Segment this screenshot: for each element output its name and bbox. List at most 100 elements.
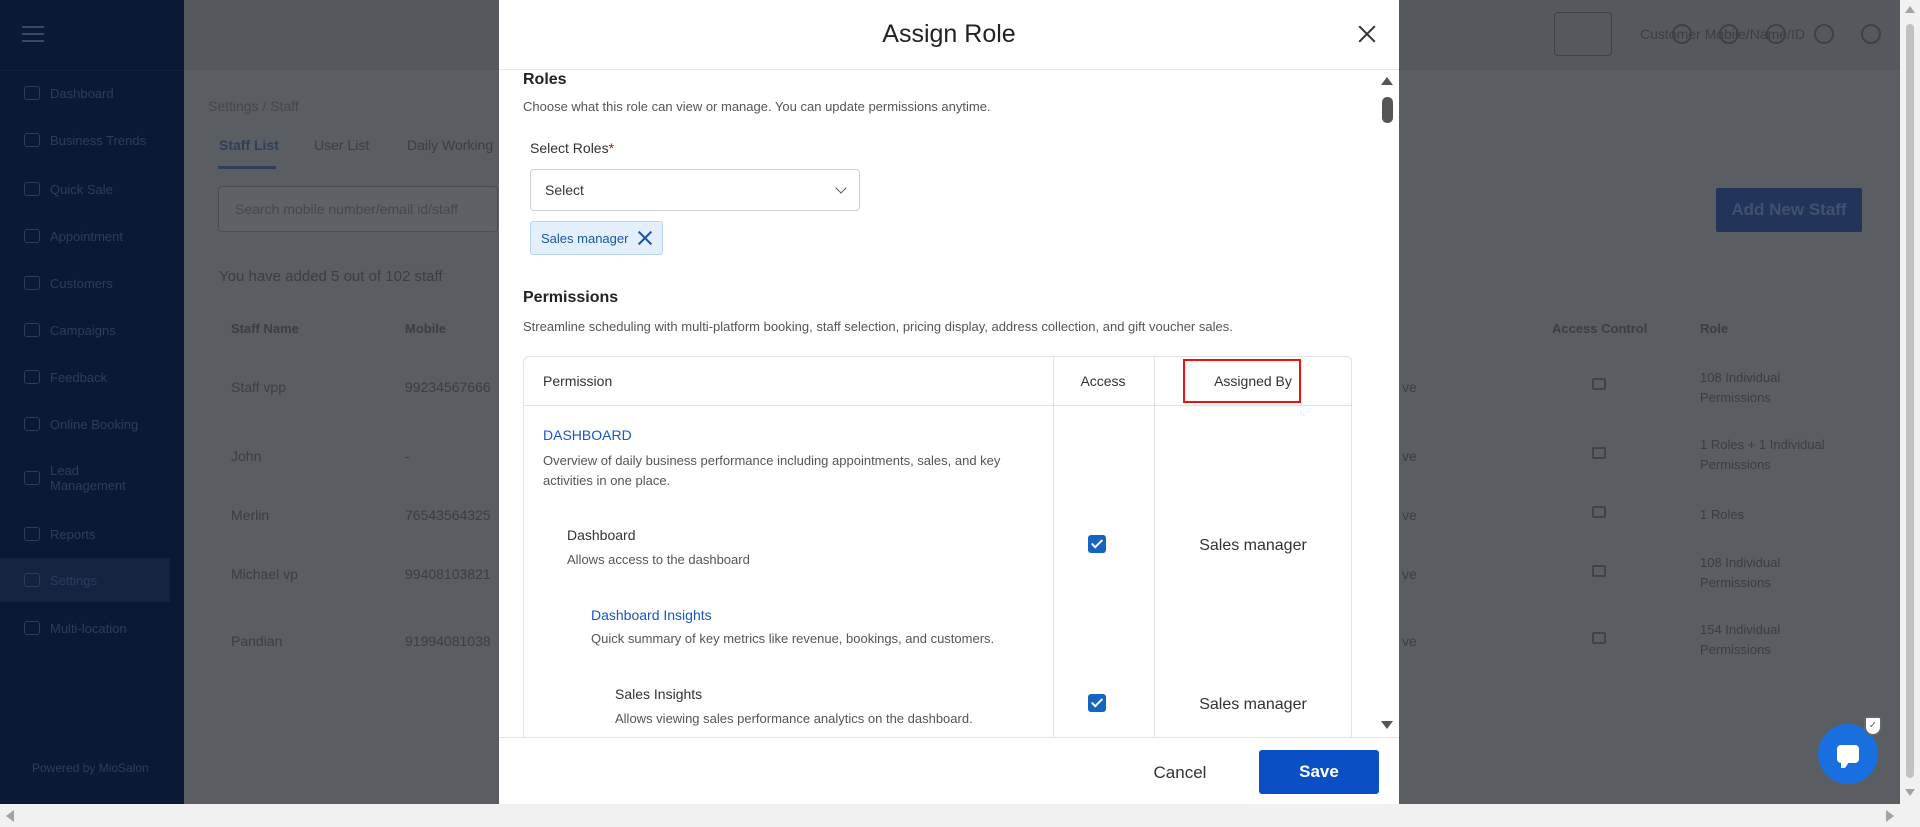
cancel-button[interactable]: Cancel xyxy=(1125,752,1235,794)
sidebar-item-feedback[interactable]: Feedback xyxy=(0,359,184,395)
sidebar-item-dashboard[interactable]: Dashboard xyxy=(0,75,184,111)
column-permission: Permission xyxy=(543,373,613,389)
permission-group-description: Overview of daily business performance i… xyxy=(543,453,1001,488)
table-row-name[interactable]: Pandian xyxy=(231,633,282,649)
close-icon[interactable] xyxy=(1355,22,1379,46)
top-search-box[interactable] xyxy=(1554,12,1612,56)
table-row-name[interactable]: Michael vp xyxy=(231,566,298,582)
permission-item-description: Allows access to the dashboard xyxy=(567,552,750,567)
save-button[interactable]: Save xyxy=(1259,750,1379,794)
modal-scroll-up-icon[interactable] xyxy=(1381,77,1393,85)
scroll-left-icon[interactable] xyxy=(6,810,14,822)
calendar-icon xyxy=(24,229,40,243)
selected-role-chip: Sales manager xyxy=(530,221,664,255)
remove-role-icon[interactable] xyxy=(638,231,652,245)
table-row-status: ve xyxy=(1402,448,1417,464)
permissions-description: Streamline scheduling with multi-platfor… xyxy=(523,319,1233,334)
sidebar-item-multi-location[interactable]: Multi-location xyxy=(0,610,184,646)
column-access-control: Access Control xyxy=(1552,321,1648,336)
sidebar-item-settings[interactable]: Settings xyxy=(0,558,170,602)
scroll-down-icon[interactable] xyxy=(1905,789,1915,796)
column-staff-name[interactable]: Staff Name xyxy=(231,321,299,336)
lead-icon xyxy=(24,471,40,485)
roles-heading: Roles xyxy=(523,71,567,88)
modal-scroll-down-icon[interactable] xyxy=(1381,721,1393,729)
assigned-by-value: Sales manager xyxy=(1199,537,1307,554)
modal-body[interactable]: Roles Choose what this role can view or … xyxy=(499,71,1399,737)
modal-title: Assign Role xyxy=(882,20,1016,48)
sidebar-item-customers[interactable]: Customers xyxy=(0,265,184,301)
sidebar-item-quick-sale[interactable]: Quick Sale xyxy=(0,171,184,207)
select-roles-dropdown[interactable]: Select xyxy=(530,169,860,211)
hamburger-menu-icon[interactable] xyxy=(22,26,44,42)
table-row-role: 108 Individual Permissions xyxy=(1700,555,1781,590)
permission-item-title: Dashboard xyxy=(567,527,636,543)
dashboard-icon xyxy=(24,86,40,100)
lock-icon[interactable] xyxy=(1592,565,1606,577)
chart-icon xyxy=(24,133,40,147)
tab-staff-list[interactable]: Staff List xyxy=(219,137,279,153)
permissions-table-header: Permission Access Assigned By xyxy=(524,357,1351,406)
scrollbar-thumb[interactable] xyxy=(1906,24,1914,778)
powered-by-text: Powered by MioSalon xyxy=(32,761,149,775)
tab-daily-working[interactable]: Daily Working xyxy=(407,137,493,153)
sidebar-item-lead-management[interactable]: Lead Management xyxy=(0,460,150,496)
sidebar-item-appointment[interactable]: Appointment xyxy=(0,218,184,254)
sidebar-item-reports[interactable]: Reports xyxy=(0,516,184,552)
bell-icon[interactable] xyxy=(1814,24,1834,44)
select-roles-label: Select Roles* xyxy=(530,140,615,156)
sidebar-item-business-trends[interactable]: Business Trends xyxy=(0,122,184,158)
table-row-role: 1 Roles xyxy=(1700,507,1745,522)
permissions-table: Permission Access Assigned By DASHBOARD … xyxy=(523,356,1352,737)
lock-icon[interactable] xyxy=(1592,506,1606,518)
tab-user-list[interactable]: User List xyxy=(314,137,369,153)
modal-scrollbar-thumb[interactable] xyxy=(1382,97,1393,123)
table-row-mobile: - xyxy=(405,448,410,464)
sidebar-item-campaigns[interactable]: Campaigns xyxy=(0,312,184,348)
sidebar-item-online-booking[interactable]: Online Booking xyxy=(0,406,184,442)
customers-icon xyxy=(24,276,40,290)
table-row-status: ve xyxy=(1402,566,1417,582)
table-row-role: 1 Roles + 1 Individual Permissions xyxy=(1700,437,1825,472)
table-row-name[interactable]: John xyxy=(231,448,261,464)
table-row-role: 154 Individual Permissions xyxy=(1700,622,1781,657)
sidebar-divider xyxy=(0,70,184,71)
sidebar: Dashboard Business Trends Quick Sale App… xyxy=(0,0,184,804)
column-access: Access xyxy=(1080,373,1126,389)
column-role[interactable]: Role xyxy=(1700,321,1728,336)
add-new-staff-button[interactable]: Add New Staff xyxy=(1716,188,1862,232)
horizontal-scrollbar[interactable] xyxy=(0,804,1900,827)
user-profile-icon[interactable] xyxy=(1861,24,1881,44)
permission-subgroup-title[interactable]: Dashboard Insights xyxy=(591,607,712,623)
scroll-right-icon[interactable] xyxy=(1886,810,1894,822)
column-mobile[interactable]: Mobile xyxy=(405,321,446,336)
permission-item-description: Allows viewing sales performance analyti… xyxy=(615,711,973,726)
shield-icon: ✓ xyxy=(1864,716,1882,736)
sales-insights-access-checkbox[interactable] xyxy=(1088,694,1106,712)
modal-footer: Cancel Save xyxy=(499,737,1399,804)
table-row-name[interactable]: Merlin xyxy=(231,507,269,523)
scroll-up-icon[interactable] xyxy=(1905,6,1915,13)
gift-icon[interactable] xyxy=(1766,24,1786,44)
table-row-status: ve xyxy=(1402,379,1417,395)
reports-icon xyxy=(24,527,40,541)
table-row-mobile: 99234567666 xyxy=(405,379,491,395)
megaphone-icon xyxy=(24,323,40,337)
table-row-status: ve xyxy=(1402,507,1417,523)
vertical-scrollbar[interactable] xyxy=(1900,0,1920,827)
staff-search-input[interactable]: Search mobile number/email id/staff xyxy=(218,186,498,232)
permission-group-dashboard[interactable]: DASHBOARD xyxy=(543,427,632,443)
assigned-by-highlight xyxy=(1183,359,1301,403)
table-row-name[interactable]: Staff vpp xyxy=(231,379,286,395)
dashboard-access-checkbox[interactable] xyxy=(1088,535,1106,553)
breadcrumb: Settings / Staff xyxy=(208,98,299,114)
quick-sale-icon xyxy=(24,182,40,196)
search-icon[interactable] xyxy=(1672,24,1692,44)
table-row-mobile: 91994081038 xyxy=(405,633,491,649)
lock-icon[interactable] xyxy=(1592,378,1606,390)
lock-icon[interactable] xyxy=(1592,447,1606,459)
table-row-mobile: 99408103821 xyxy=(405,566,491,582)
add-icon[interactable] xyxy=(1719,24,1739,44)
lock-icon[interactable] xyxy=(1592,632,1606,644)
table-row-mobile: 76543564325 xyxy=(405,507,491,523)
